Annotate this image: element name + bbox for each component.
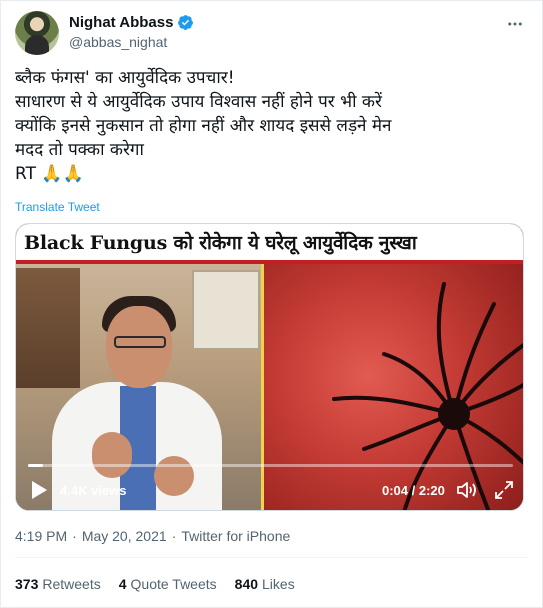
video-time: 0:04 / 2:20: [382, 483, 445, 498]
verified-badge-icon: [178, 15, 194, 30]
tweet-meta: 4:19 PM · May 20, 2021 · Twitter for iPh…: [15, 528, 290, 544]
translate-tweet-link[interactable]: Translate Tweet: [15, 200, 100, 214]
retweets-stat[interactable]: 373 Retweets: [15, 576, 101, 592]
tweet-text: ब्लैक फंगस' का आयुर्वेदिक उपचार! साधारण …: [15, 66, 528, 186]
tweet-date[interactable]: May 20, 2021: [82, 528, 167, 544]
likes-label: Likes: [262, 576, 295, 592]
author-display-name[interactable]: Nighat Abbass: [69, 14, 173, 31]
fullscreen-icon[interactable]: [494, 480, 514, 500]
video-progress-bar[interactable]: [28, 464, 513, 467]
meta-separator: ·: [72, 528, 77, 544]
quote-tweets-label: Quote Tweets: [130, 576, 217, 592]
video-banner: Black Fungus को रोकेगा ये घरेलू आयुर्वेद…: [16, 224, 523, 264]
play-icon[interactable]: [30, 480, 48, 500]
video-banner-title: Black Fungus को रोकेगा ये घरेलू आयुर्वेद…: [24, 232, 417, 254]
author-name-row: Nighat Abbass: [69, 14, 194, 31]
volume-icon[interactable]: [456, 480, 478, 500]
tweet-line-rt: RT 🙏🙏: [15, 162, 528, 186]
more-options-icon[interactable]: [506, 15, 524, 33]
quote-tweets-stat[interactable]: 4 Quote Tweets: [119, 576, 217, 592]
tweet-line: मदद तो पक्का करेगा: [15, 140, 144, 160]
tweet-source[interactable]: Twitter for iPhone: [181, 528, 290, 544]
video-view-count: 4.4K views: [60, 483, 127, 498]
tweet-time[interactable]: 4:19 PM: [15, 528, 67, 544]
video-controls: 4.4K views 0:04 / 2:20: [16, 474, 523, 508]
retweets-count: 373: [15, 576, 39, 592]
meta-separator: ·: [171, 528, 177, 544]
quote-tweets-count: 4: [118, 576, 127, 592]
video-progress-fill: [28, 464, 43, 467]
author-handle[interactable]: @abbas_nighat: [69, 34, 167, 50]
tweet-line: ब्लैक फंगस' का आयुर्वेदिक उपचार!: [15, 68, 235, 88]
folded-hands-emoji: 🙏🙏: [41, 164, 84, 184]
tweet-line: साधारण से ये आयुर्वेदिक उपाय विश्वास नही…: [15, 92, 382, 112]
avatar[interactable]: [15, 11, 59, 55]
tweet-header: Nighat Abbass @abbas_nighat: [15, 11, 528, 55]
rt-text: RT: [15, 164, 36, 184]
retweets-label: Retweets: [42, 576, 101, 592]
divider: [15, 557, 528, 558]
likes-stat[interactable]: 840 Likes: [235, 576, 295, 592]
tweet-stats: 373 Retweets 4 Quote Tweets 840 Likes: [15, 576, 295, 592]
likes-count: 840: [234, 576, 259, 592]
video-player[interactable]: Black Fungus को रोकेगा ये घरेलू आयुर्वेद…: [15, 223, 524, 511]
tweet-line: क्योंकि इनसे नुकसान तो होगा नहीं और शायद…: [15, 116, 392, 136]
